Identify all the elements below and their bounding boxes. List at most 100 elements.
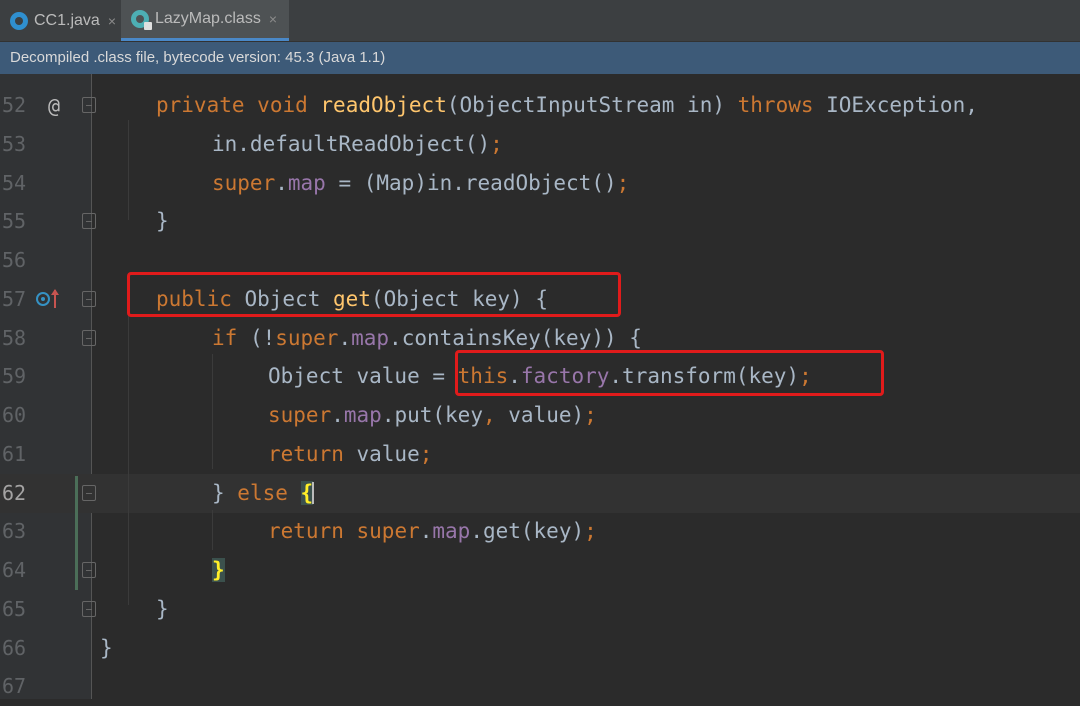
fold-end-icon[interactable] <box>82 562 96 578</box>
fold-collapse-icon[interactable] <box>82 485 96 501</box>
punctuation: ; <box>584 519 597 543</box>
highlight-box-transform-call <box>455 350 884 396</box>
indent-guide <box>212 354 213 469</box>
indent-guide <box>128 315 129 605</box>
line-number: 52 <box>2 93 27 117</box>
implementing-circle-icon <box>36 292 50 306</box>
code-line-52: private void readObject(ObjectInputStrea… <box>156 86 978 125</box>
line-number: 62 <box>2 481 27 505</box>
fold-collapse-icon[interactable] <box>82 291 96 307</box>
punctuation: ; <box>584 403 597 427</box>
code-text: .get(key) <box>470 519 585 543</box>
vcs-change-marker[interactable] <box>75 476 78 590</box>
close-tab-icon[interactable]: × <box>269 11 277 27</box>
line-number: 55 <box>2 209 27 233</box>
line-number: 53 <box>2 132 27 156</box>
keyword: super <box>268 403 332 427</box>
fold-collapse-icon[interactable] <box>82 330 96 346</box>
code-line-66: } <box>100 629 113 668</box>
code-text: .put(key <box>381 403 483 427</box>
code-text: . <box>419 519 433 543</box>
current-line-highlight <box>0 474 1080 513</box>
close-tab-icon[interactable]: × <box>108 13 116 29</box>
field-name: map <box>343 403 382 427</box>
tab-label: CC1.java <box>34 11 100 29</box>
line-number: 63 <box>2 519 27 543</box>
code-text: (! <box>237 326 276 350</box>
code-line-60: super.map.put(key, value); <box>268 396 597 435</box>
field-name: map <box>287 171 326 195</box>
text-caret <box>312 482 315 504</box>
line-number: 65 <box>2 597 27 621</box>
line-number: 67 <box>2 674 27 698</box>
compiled-class-icon <box>131 10 152 30</box>
keyword: private <box>156 93 245 117</box>
method-name: readObject <box>320 93 447 117</box>
tab-label: LazyMap.class <box>155 10 261 27</box>
fold-end-icon[interactable] <box>82 213 96 229</box>
line-number: 58 <box>2 326 27 350</box>
code-text: } <box>156 597 169 621</box>
punctuation: , <box>482 403 496 427</box>
line-number: 59 <box>2 364 27 388</box>
code-line-61: return value; <box>268 435 432 474</box>
line-number: 66 <box>2 636 27 660</box>
code-text: .containsKey(key)) { <box>389 326 642 350</box>
code-text: . <box>338 326 352 350</box>
field-name: map <box>432 519 471 543</box>
keyword: super <box>356 519 420 543</box>
indent-guide <box>128 120 129 220</box>
code-text: (ObjectInputStream in) <box>446 93 738 117</box>
keyword: super <box>212 171 276 195</box>
highlight-box-get-signature <box>127 272 621 317</box>
field-name: map <box>351 326 390 350</box>
code-text: . <box>331 403 344 427</box>
line-number: 61 <box>2 442 27 466</box>
keyword: throws <box>737 93 814 117</box>
line-number: 57 <box>2 287 27 311</box>
matched-brace: } <box>212 558 225 582</box>
code-line-65: } <box>156 590 169 629</box>
fold-end-icon[interactable] <box>82 601 96 617</box>
code-line-63: return super.map.get(key); <box>268 512 597 551</box>
fold-collapse-icon[interactable] <box>82 97 96 113</box>
keyword: super <box>275 326 339 350</box>
punctuation: ; <box>490 132 503 156</box>
code-text: } <box>212 481 238 505</box>
line-number: 60 <box>2 403 27 427</box>
up-arrow-icon <box>51 289 59 308</box>
indent-guide <box>212 510 213 550</box>
java-class-icon <box>10 11 28 30</box>
line-number: 64 <box>2 558 27 582</box>
code-line-55: } <box>156 202 169 241</box>
keyword: else <box>237 481 288 505</box>
code-text: = (Map)in.readObject() <box>325 171 617 195</box>
code-text: in.defaultReadObject() <box>212 132 491 156</box>
keyword: return <box>268 442 344 466</box>
editor-tab-bar: CC1.java × LazyMap.class × <box>0 0 1080 42</box>
tab-cc1-java[interactable]: CC1.java × <box>0 0 120 41</box>
punctuation: ; <box>616 171 630 195</box>
code-line-53: in.defaultReadObject(); <box>212 125 503 164</box>
tab-lazymap-class[interactable]: LazyMap.class × <box>121 0 289 41</box>
code-text: value <box>343 442 420 466</box>
code-text: Object value = <box>268 364 458 388</box>
punctuation: ; <box>419 442 433 466</box>
code-line-62: } else { <box>212 474 315 513</box>
code-line-64: } <box>212 551 225 590</box>
code-text: . <box>275 171 288 195</box>
decompiled-info-banner: Decompiled .class file, bytecode version… <box>0 42 1080 74</box>
keyword: void <box>257 93 308 117</box>
code-line-54: super.map = (Map)in.readObject(); <box>212 164 629 203</box>
override-marker-icon[interactable]: @ <box>48 96 60 116</box>
line-number: 54 <box>2 171 27 195</box>
code-text: IOException, <box>813 93 978 117</box>
keyword: if <box>212 326 238 350</box>
line-number: 56 <box>2 248 27 272</box>
keyword: return <box>268 519 344 543</box>
code-text: } <box>156 209 169 233</box>
